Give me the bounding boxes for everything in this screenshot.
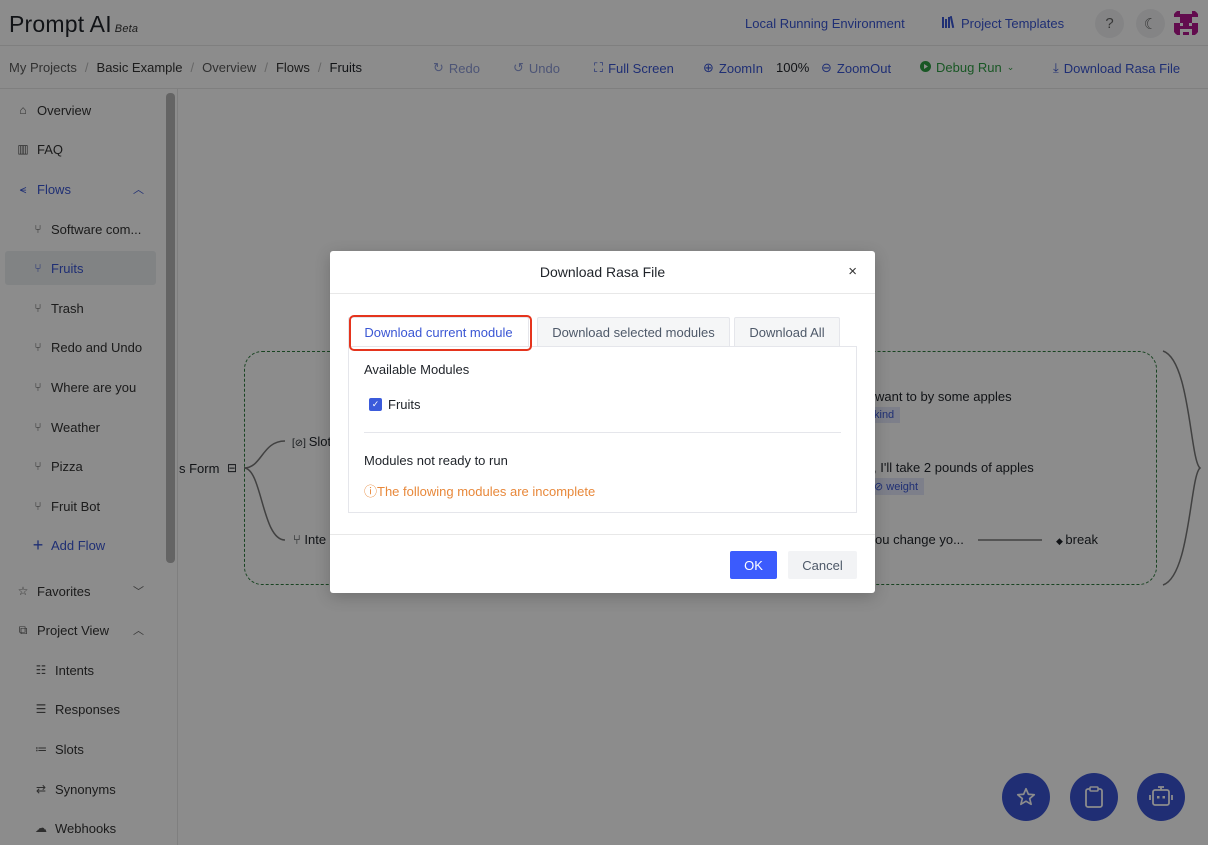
modal-footer: OK Cancel xyxy=(330,534,875,593)
tab-highlight-annotation xyxy=(349,315,532,351)
modal-header: Download Rasa File × xyxy=(330,251,875,294)
tab-download-all[interactable]: Download All xyxy=(734,317,840,346)
checkmark-icon: ✓ xyxy=(371,399,380,409)
divider xyxy=(364,432,841,433)
cancel-button[interactable]: Cancel xyxy=(788,551,857,579)
download-rasa-modal: Download Rasa File × Download current mo… xyxy=(330,251,875,593)
tab-download-selected-modules[interactable]: Download selected modules xyxy=(537,317,730,346)
not-ready-label: Modules not ready to run xyxy=(364,453,508,468)
incomplete-warning: ⓘThe following modules are incomplete xyxy=(364,484,596,499)
close-icon[interactable]: × xyxy=(848,263,857,280)
modal-title: Download Rasa File xyxy=(539,264,666,280)
available-modules-label: Available Modules xyxy=(364,362,470,377)
module-checkbox-label[interactable]: Fruits xyxy=(388,397,421,412)
ok-button[interactable]: OK xyxy=(730,551,777,579)
module-checkbox[interactable]: ✓ xyxy=(369,398,382,411)
tab-panel: Available Modules ✓ Fruits Modules not r… xyxy=(348,346,857,513)
